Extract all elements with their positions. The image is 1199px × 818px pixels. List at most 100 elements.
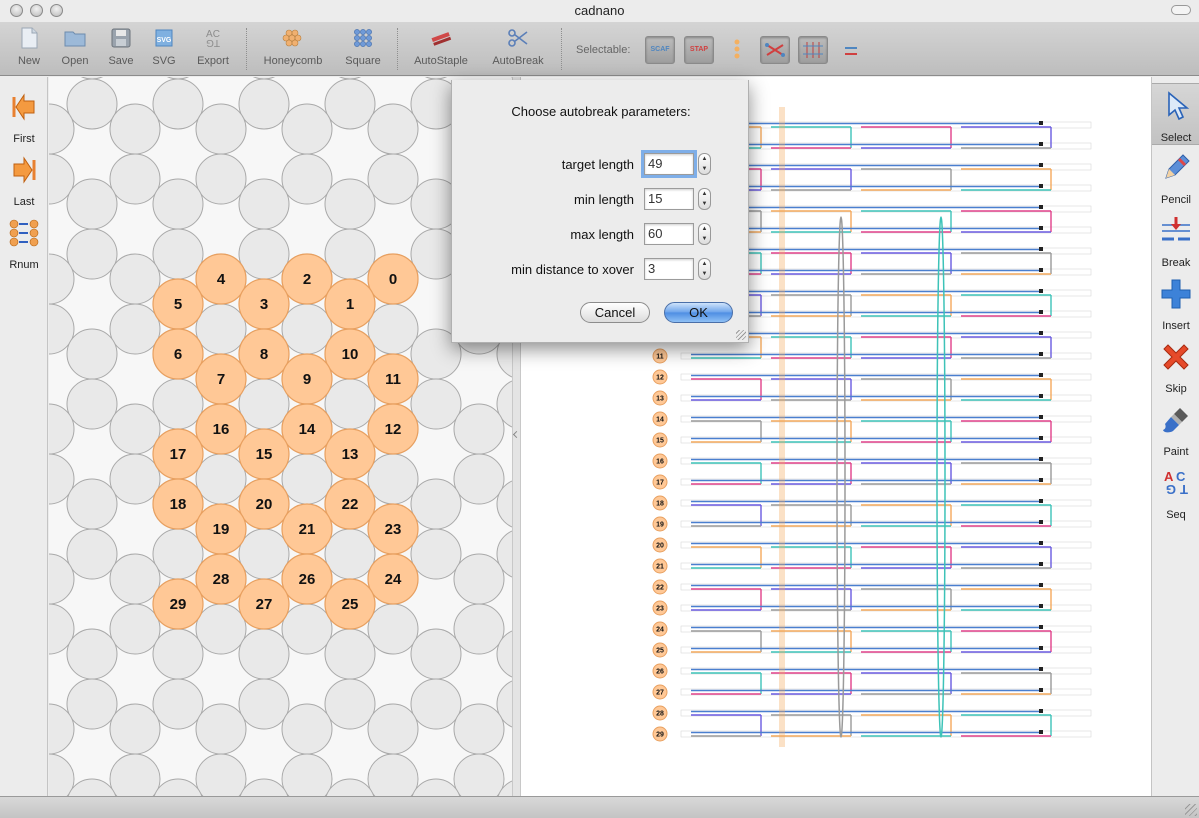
- helix[interactable]: 14: [281, 403, 333, 455]
- helix[interactable]: 1: [324, 278, 376, 330]
- stepper-up-icon[interactable]: ▲: [699, 224, 710, 234]
- empty-helix-slot[interactable]: [453, 603, 505, 655]
- empty-helix-slot[interactable]: [367, 453, 419, 505]
- max-length-stepper[interactable]: ▲ ▼: [698, 223, 711, 245]
- empty-helix-slot[interactable]: [238, 628, 290, 680]
- helix[interactable]: 3: [238, 278, 290, 330]
- path-helix-label[interactable]: 11: [652, 348, 668, 364]
- empty-helix-slot[interactable]: [152, 78, 204, 130]
- empty-helix-slot[interactable]: [153, 778, 203, 796]
- empty-helix-slot[interactable]: [324, 678, 376, 730]
- empty-helix-slot[interactable]: [66, 528, 118, 580]
- path-helix-label[interactable]: 21: [652, 558, 668, 574]
- strand-endpoint[interactable]: [1039, 142, 1043, 146]
- strand-endpoint[interactable]: [1039, 184, 1043, 188]
- strand-endpoint[interactable]: [1039, 667, 1043, 671]
- empty-helix-slot[interactable]: [152, 178, 204, 230]
- paint-tool-button[interactable]: Paint: [1152, 398, 1199, 460]
- empty-helix-slot[interactable]: [152, 228, 204, 280]
- helix[interactable]: 9: [281, 353, 333, 405]
- empty-helix-slot[interactable]: [152, 378, 204, 430]
- helix[interactable]: 15: [238, 428, 290, 480]
- empty-helix-slot[interactable]: [367, 103, 419, 155]
- path-helix-label[interactable]: 23: [652, 600, 668, 616]
- empty-helix-slot[interactable]: [66, 178, 118, 230]
- empty-helix-slot[interactable]: [49, 753, 75, 796]
- ok-button[interactable]: OK: [664, 302, 733, 323]
- cancel-button[interactable]: Cancel: [580, 302, 650, 323]
- strand-endpoint[interactable]: [1039, 289, 1043, 293]
- svg-button[interactable]: SVG SVG: [148, 26, 180, 72]
- strand-endpoint[interactable]: [1039, 394, 1043, 398]
- path-helix-label[interactable]: 12: [652, 369, 668, 385]
- empty-helix-slot[interactable]: [238, 78, 290, 130]
- path-helix-label[interactable]: 24: [652, 621, 668, 637]
- strand-endpoint[interactable]: [1039, 163, 1043, 167]
- strand-endpoint[interactable]: [1039, 709, 1043, 713]
- helix[interactable]: 6: [152, 328, 204, 380]
- strand-endpoint[interactable]: [1039, 625, 1043, 629]
- export-button[interactable]: AC TG Export: [194, 26, 232, 72]
- empty-helix-slot[interactable]: [453, 453, 505, 505]
- helix[interactable]: 11: [367, 353, 419, 405]
- strand-icon[interactable]: [843, 42, 859, 62]
- active-slice-band[interactable]: [779, 107, 785, 747]
- helix[interactable]: 7: [195, 353, 247, 405]
- path-helix-label[interactable]: 22: [652, 579, 668, 595]
- empty-helix-slot[interactable]: [238, 528, 290, 580]
- strand-endpoint[interactable]: [1039, 415, 1043, 419]
- strand-endpoint[interactable]: [1039, 646, 1043, 650]
- helix[interactable]: 27: [238, 578, 290, 630]
- helix[interactable]: 16: [195, 403, 247, 455]
- strand-endpoint[interactable]: [1039, 352, 1043, 356]
- helix[interactable]: 26: [281, 553, 333, 605]
- stepper-up-icon[interactable]: ▲: [699, 189, 710, 199]
- strand-endpoint[interactable]: [1039, 499, 1043, 503]
- path-helix-label[interactable]: 27: [652, 684, 668, 700]
- stepper-up-icon[interactable]: ▲: [699, 259, 710, 269]
- empty-helix-slot[interactable]: [109, 153, 161, 205]
- empty-helix-slot[interactable]: [195, 103, 247, 155]
- helix[interactable]: 4: [195, 253, 247, 305]
- select-endpoint-toggle[interactable]: [798, 36, 828, 64]
- strand-endpoint[interactable]: [1039, 268, 1043, 272]
- empty-helix-slot[interactable]: [324, 528, 376, 580]
- helix[interactable]: 23: [367, 503, 419, 555]
- empty-helix-slot[interactable]: [238, 678, 290, 730]
- helix[interactable]: 25: [324, 578, 376, 630]
- path-helix-label[interactable]: 19: [652, 516, 668, 532]
- empty-helix-slot[interactable]: [195, 603, 247, 655]
- helix[interactable]: 22: [324, 478, 376, 530]
- empty-helix-slot[interactable]: [410, 628, 462, 680]
- min-length-input[interactable]: 15: [644, 188, 694, 210]
- sequence-tool-button[interactable]: ACTG Seq: [1152, 461, 1199, 523]
- helix[interactable]: 19: [195, 503, 247, 555]
- stepper-down-icon[interactable]: ▼: [699, 269, 710, 279]
- empty-helix-slot[interactable]: [152, 628, 204, 680]
- empty-helix-slot[interactable]: [66, 328, 118, 380]
- last-button[interactable]: Last: [0, 148, 48, 210]
- empty-helix-slot[interactable]: [109, 753, 161, 796]
- empty-helix-slot[interactable]: [195, 453, 247, 505]
- empty-helix-slot[interactable]: [367, 603, 419, 655]
- insert-tool-button[interactable]: Insert: [1152, 272, 1199, 334]
- empty-helix-slot[interactable]: [281, 703, 333, 755]
- path-helix-label[interactable]: 15: [652, 432, 668, 448]
- empty-helix-slot[interactable]: [66, 228, 118, 280]
- empty-helix-slot[interactable]: [109, 403, 161, 455]
- strand-endpoint[interactable]: [1039, 541, 1043, 545]
- empty-helix-slot[interactable]: [109, 253, 161, 305]
- empty-helix-slot[interactable]: [497, 77, 512, 79]
- empty-helix-slot[interactable]: [195, 753, 247, 796]
- empty-helix-slot[interactable]: [410, 528, 462, 580]
- strand-endpoint[interactable]: [1039, 457, 1043, 461]
- close-window-button[interactable]: [10, 4, 23, 17]
- helix[interactable]: 13: [324, 428, 376, 480]
- strand-endpoint[interactable]: [1039, 562, 1043, 566]
- honeycomb-lattice[interactable]: 4 2 05 3 16 8 107 9 1116 14 1217 15 1318 20 2219 21 2328…: [49, 77, 512, 796]
- empty-helix-slot[interactable]: [281, 303, 333, 355]
- strand-endpoint[interactable]: [1039, 121, 1043, 125]
- strand-endpoint[interactable]: [1039, 436, 1043, 440]
- target-length-stepper[interactable]: ▲ ▼: [698, 153, 711, 175]
- empty-helix-slot[interactable]: [324, 178, 376, 230]
